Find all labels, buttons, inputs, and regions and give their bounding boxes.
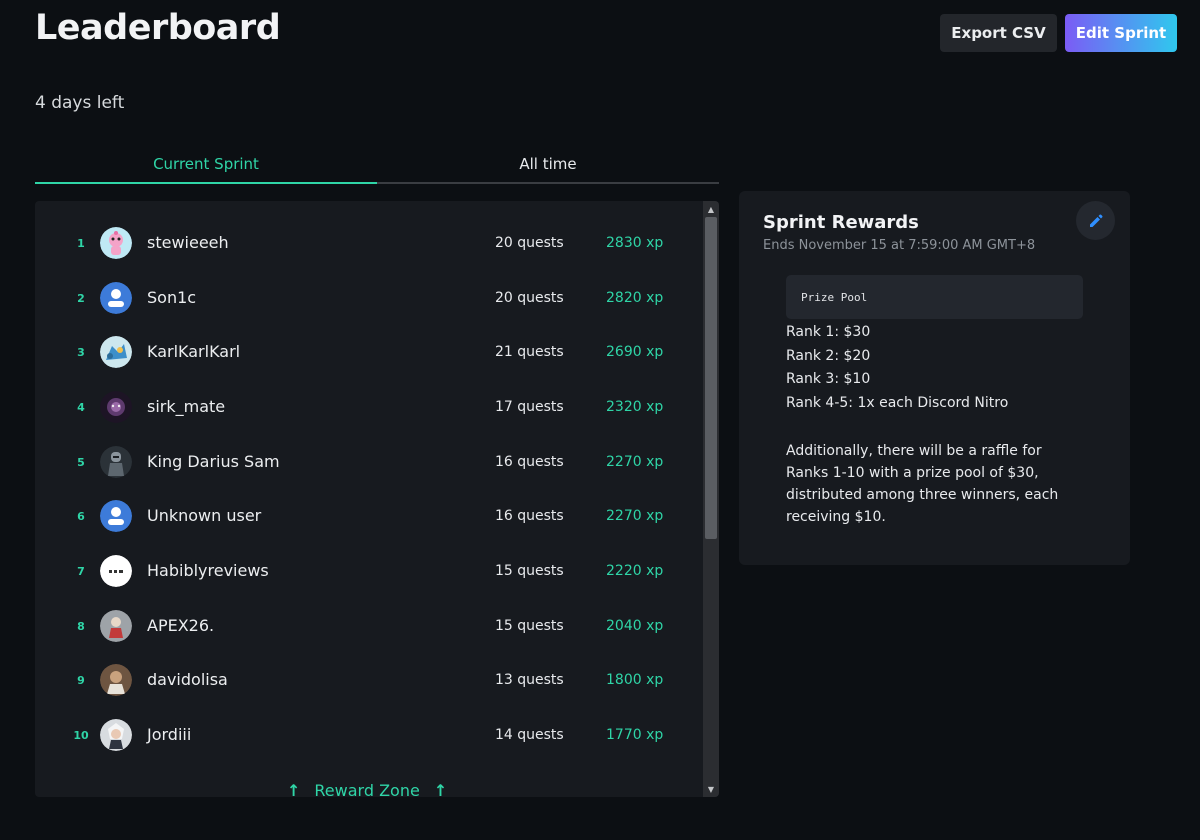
leaderboard-row[interactable]: 8 APEX26. 15 quests 2040 xp xyxy=(35,599,703,653)
blue-creature-avatar xyxy=(100,336,132,368)
white-logo-avatar xyxy=(100,555,132,587)
rank-number: 8 xyxy=(77,619,85,633)
leaderboard-row[interactable]: 4 sirk_mate 17 quests 2320 xp xyxy=(35,380,703,434)
arrow-up-icon: ↑ xyxy=(433,780,448,798)
arrow-up-icon: ↑ xyxy=(287,780,301,798)
xp-value: 1770 xp xyxy=(606,727,664,743)
export-csv-button[interactable]: Export CSV xyxy=(940,14,1057,52)
rank-number: 10 xyxy=(73,728,89,742)
username[interactable]: King Darius Sam xyxy=(147,435,280,489)
rank-number: 9 xyxy=(77,673,85,687)
rank-number: 4 xyxy=(77,400,85,414)
username[interactable]: APEX26. xyxy=(147,599,214,653)
xp-value: 1800 xp xyxy=(606,672,664,688)
rank-number: 7 xyxy=(77,564,85,578)
leaderboard-row[interactable]: 3 KarlKarlKarl 21 quests 2690 xp xyxy=(35,325,703,379)
rank-number: 6 xyxy=(77,509,85,523)
reward-rank-line: Rank 1: $30 xyxy=(786,324,871,340)
pink-character-avatar xyxy=(100,227,132,259)
quest-count: 13 quests xyxy=(495,672,564,688)
list-scrollbar[interactable]: ▲ ▼ xyxy=(703,201,719,797)
xp-value: 2040 xp xyxy=(606,618,664,634)
brown-portrait-avatar xyxy=(100,664,132,696)
edit-sprint-button[interactable]: Edit Sprint xyxy=(1065,14,1177,52)
tab-current-sprint[interactable]: Current Sprint xyxy=(35,143,377,185)
username[interactable]: Unknown user xyxy=(147,489,261,543)
quest-count: 16 quests xyxy=(495,508,564,524)
scroll-down-arrow-icon[interactable]: ▼ xyxy=(703,781,719,797)
sprint-rewards-card: Sprint Rewards Ends November 15 at 7:59:… xyxy=(739,191,1130,565)
reward-rank-line: Rank 2: $20 xyxy=(786,348,871,364)
leaderboard-row[interactable]: 7 Habiblyreviews 15 quests 2220 xp xyxy=(35,544,703,598)
prize-pool-box: Prize Pool xyxy=(786,275,1083,319)
quest-count: 15 quests xyxy=(495,618,564,634)
leaderboard-row[interactable]: 6 Unknown user 16 quests 2270 xp xyxy=(35,489,703,543)
leaderboard-row[interactable]: 9 davidolisa 13 quests 1800 xp xyxy=(35,653,703,707)
leaderboard-row[interactable]: 1 stewieeeh 20 quests 2830 xp xyxy=(35,216,703,270)
username[interactable]: Son1c xyxy=(147,271,196,325)
scroll-up-arrow-icon[interactable]: ▲ xyxy=(703,201,719,217)
xp-value: 2320 xp xyxy=(606,399,664,415)
leaderboard-row[interactable]: 2 Son1c 20 quests 2820 xp xyxy=(35,271,703,325)
rank-number: 2 xyxy=(77,291,85,305)
quest-count: 14 quests xyxy=(495,727,564,743)
username[interactable]: davidolisa xyxy=(147,653,228,707)
grey-figure-avatar xyxy=(100,610,132,642)
quest-count: 17 quests xyxy=(495,399,564,415)
armored-figure-avatar xyxy=(100,446,132,478)
tab-active-indicator xyxy=(35,182,377,184)
pencil-icon xyxy=(1089,214,1102,227)
username[interactable]: stewieeeh xyxy=(147,216,229,270)
username[interactable]: Habiblyreviews xyxy=(147,544,269,598)
raffle-description: Additionally, there will be a raffle for… xyxy=(786,443,1059,525)
default-user-avatar xyxy=(100,282,132,314)
xp-value: 2270 xp xyxy=(606,454,664,470)
rank-number: 5 xyxy=(77,455,85,469)
quest-count: 20 quests xyxy=(495,290,564,306)
default-user-avatar xyxy=(100,500,132,532)
rank-number: 1 xyxy=(77,236,85,250)
username[interactable]: KarlKarlKarl xyxy=(147,325,240,379)
quest-count: 16 quests xyxy=(495,454,564,470)
rewards-end-date: Ends November 15 at 7:59:00 AM GMT+8 xyxy=(763,238,1036,253)
quest-count: 20 quests xyxy=(495,235,564,251)
reward-rank-line: Rank 4-5: 1x each Discord Nitro xyxy=(786,395,1009,411)
leaderboard-tabs: Current Sprint All time xyxy=(35,143,719,185)
leaderboard-page: Leaderboard 4 days left Export CSV Edit … xyxy=(0,0,1200,840)
days-left-text: 4 days left xyxy=(35,93,125,113)
rewards-title: Sprint Rewards xyxy=(763,212,919,233)
page-title: Leaderboard xyxy=(35,8,281,48)
silver-character-avatar xyxy=(100,719,132,751)
leaderboard-list: 1 stewieeeh 20 quests 2830 xp 2 Son1c 20… xyxy=(35,201,719,797)
leaderboard-row[interactable]: 10 Jordiii 14 quests 1770 xp xyxy=(35,708,703,762)
rank-number: 3 xyxy=(77,345,85,359)
reward-zone-divider: ↑ Reward Zone ↑ xyxy=(287,778,448,798)
reward-rank-line: Rank 3: $10 xyxy=(786,371,871,387)
quest-count: 15 quests xyxy=(495,563,564,579)
edit-rewards-button[interactable] xyxy=(1076,201,1115,240)
xp-value: 2690 xp xyxy=(606,344,664,360)
username[interactable]: sirk_mate xyxy=(147,380,225,434)
reward-zone-label: Reward Zone xyxy=(314,780,420,798)
username[interactable]: Jordiii xyxy=(147,708,191,762)
xp-value: 2830 xp xyxy=(606,235,664,251)
tab-all-time[interactable]: All time xyxy=(377,143,719,185)
dark-purple-avatar xyxy=(100,391,132,423)
quest-count: 21 quests xyxy=(495,344,564,360)
xp-value: 2820 xp xyxy=(606,290,664,306)
leaderboard-row[interactable]: 5 King Darius Sam 16 quests 2270 xp xyxy=(35,435,703,489)
scrollbar-thumb[interactable] xyxy=(705,217,717,539)
xp-value: 2270 xp xyxy=(606,508,664,524)
xp-value: 2220 xp xyxy=(606,563,664,579)
